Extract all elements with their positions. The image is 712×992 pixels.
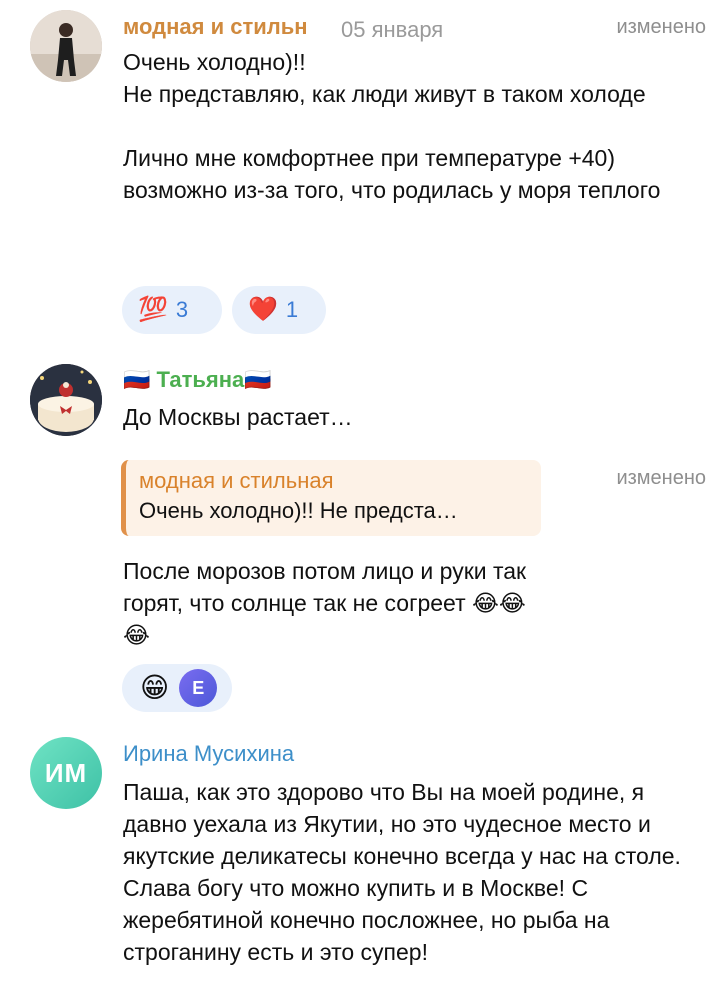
avatar-initials: ИМ [44, 757, 88, 788]
comment-3: ИМ Ирина Мусихина Паша, как это здорово … [0, 0, 712, 992]
avatar[interactable]: ИМ [30, 737, 102, 809]
comment-author[interactable]: Ирина Мусихина [123, 741, 294, 767]
comment-text: Паша, как это здорово что Вы на моей род… [123, 779, 681, 965]
